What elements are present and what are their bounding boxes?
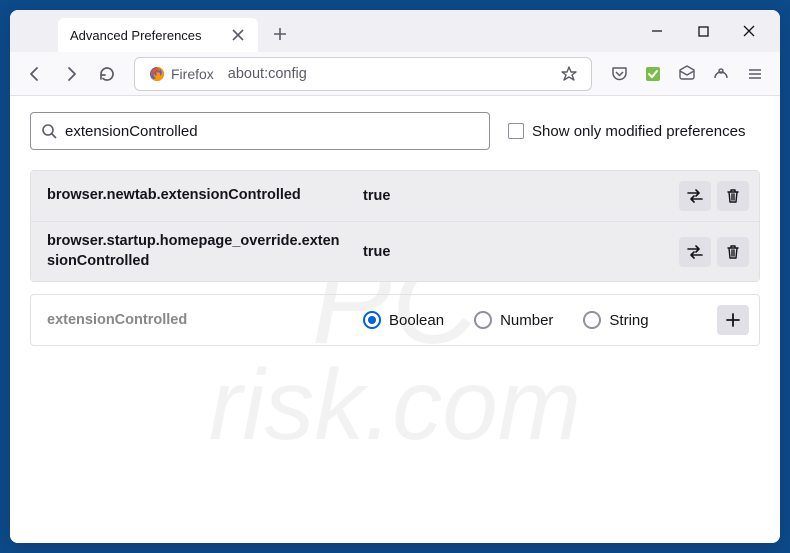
pref-value: true (355, 188, 671, 204)
new-tab-button[interactable] (264, 18, 296, 50)
toggle-button[interactable] (679, 237, 711, 267)
minimize-button[interactable] (634, 10, 680, 52)
titlebar: Advanced Preferences (10, 10, 780, 52)
pref-search-box[interactable] (30, 112, 490, 150)
pref-table: browser.newtab.extensionControlled true … (30, 170, 760, 282)
add-button[interactable] (717, 305, 749, 335)
browser-window: Advanced Preferences (10, 10, 780, 543)
radio-icon (474, 311, 492, 329)
toggle-button[interactable] (679, 181, 711, 211)
search-row: Show only modified preferences (10, 96, 780, 162)
add-pref-name: extensionControlled (47, 312, 347, 328)
radio-icon (583, 311, 601, 329)
account-button[interactable] (704, 57, 738, 91)
extension-button[interactable] (636, 57, 670, 91)
navigation-toolbar: Firefox about:config (10, 52, 780, 96)
close-window-button[interactable] (726, 10, 772, 52)
pref-row: browser.startup.homepage_override.extens… (31, 222, 759, 281)
window-controls (634, 10, 772, 52)
pref-name: browser.startup.homepage_override.extens… (47, 232, 347, 271)
add-pref-row: extensionControlled Boolean Number Strin… (30, 294, 760, 346)
pref-row: browser.newtab.extensionControlled true (31, 171, 759, 222)
tab-title: Advanced Preferences (70, 28, 220, 43)
back-button[interactable] (18, 57, 52, 91)
browser-tab[interactable]: Advanced Preferences (58, 18, 258, 52)
radio-icon (363, 311, 381, 329)
reload-button[interactable] (90, 57, 124, 91)
checkbox-icon (508, 123, 524, 139)
radio-boolean[interactable]: Boolean (363, 311, 444, 329)
modified-only-checkbox[interactable]: Show only modified preferences (508, 123, 745, 140)
close-tab-button[interactable] (230, 27, 246, 43)
radio-number[interactable]: Number (474, 311, 553, 329)
url-bar[interactable]: Firefox about:config (134, 57, 592, 91)
app-menu-button[interactable] (738, 57, 772, 91)
checkbox-label: Show only modified preferences (532, 123, 745, 140)
radio-string[interactable]: String (583, 311, 648, 329)
page-content: PC risk.com Show only modified preferenc… (10, 96, 780, 543)
type-radio-group: Boolean Number String (363, 311, 701, 329)
maximize-button[interactable] (680, 10, 726, 52)
delete-button[interactable] (717, 181, 749, 211)
identity-label: Firefox (171, 66, 214, 82)
identity-box[interactable]: Firefox (143, 64, 220, 84)
search-icon (41, 123, 57, 139)
forward-button[interactable] (54, 57, 88, 91)
bookmark-star-icon[interactable] (555, 60, 583, 88)
url-text: about:config (228, 66, 307, 82)
delete-button[interactable] (717, 237, 749, 267)
firefox-logo-icon (149, 66, 165, 82)
pref-search-input[interactable] (65, 123, 479, 140)
pocket-button[interactable] (602, 57, 636, 91)
pref-name: browser.newtab.extensionControlled (47, 186, 347, 206)
inbox-button[interactable] (670, 57, 704, 91)
pref-value: true (355, 244, 671, 260)
